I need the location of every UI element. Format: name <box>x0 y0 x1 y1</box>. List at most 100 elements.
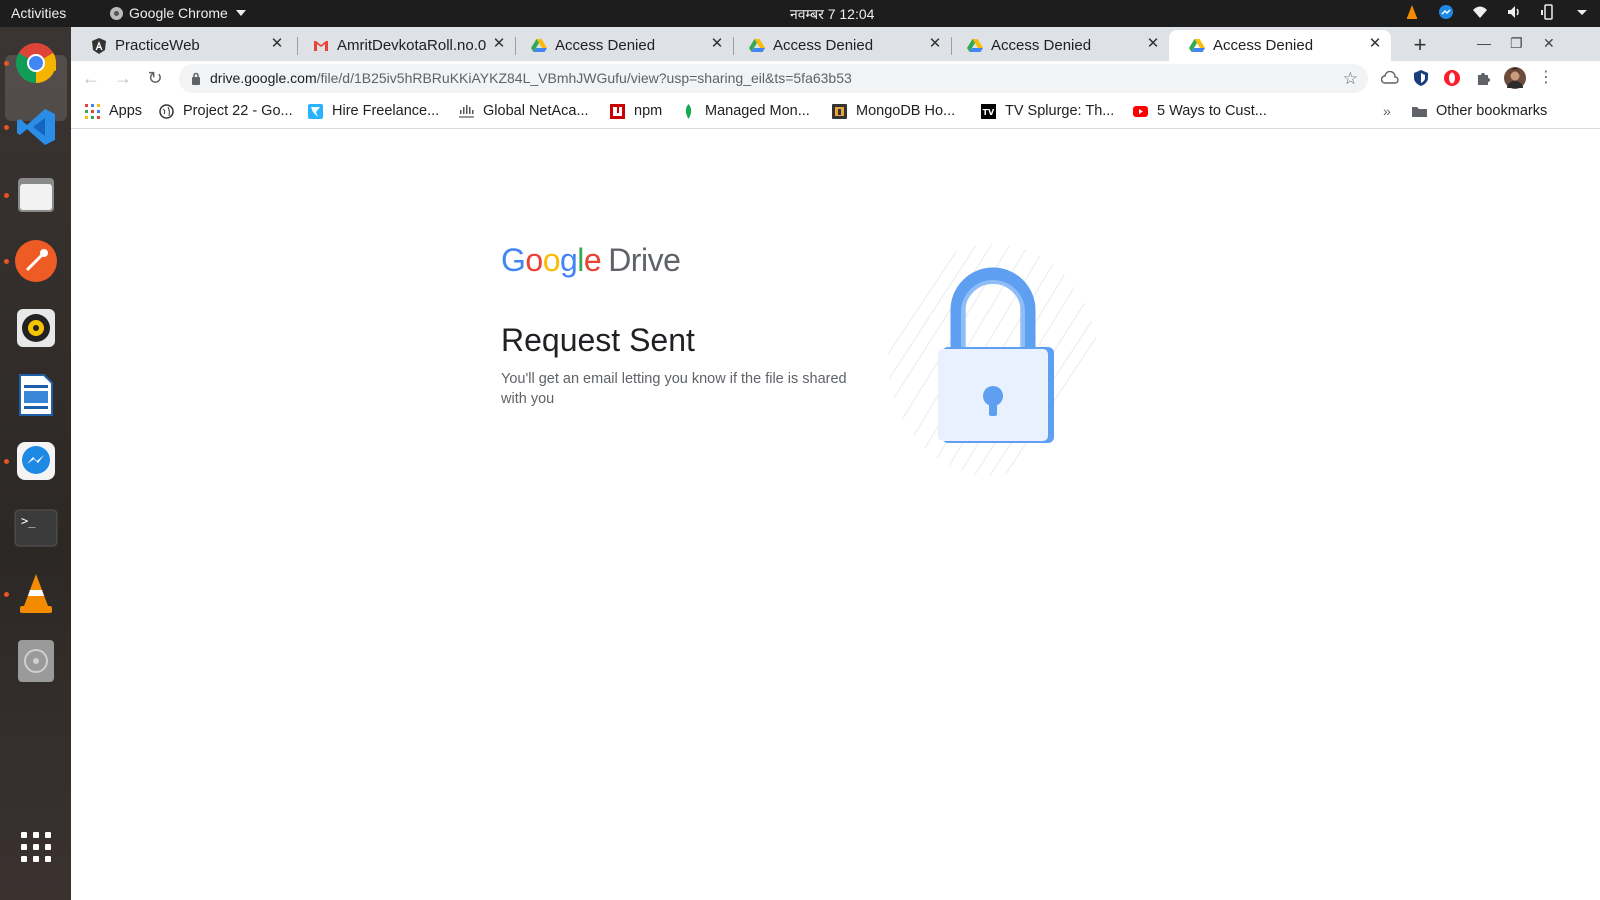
reload-icon[interactable]: ↻ <box>143 66 167 90</box>
svg-text:TV: TV <box>983 108 995 117</box>
tab-title: PracticeWeb <box>115 37 200 54</box>
dock-running-indicator <box>4 459 9 464</box>
dock-chrome[interactable] <box>14 41 58 85</box>
dock-messenger[interactable] <box>14 439 58 483</box>
messenger-tray-icon[interactable] <box>1438 4 1454 20</box>
forward-arrow-icon[interactable]: → <box>111 66 135 90</box>
dock-libreoffice-writer[interactable] <box>14 373 58 417</box>
bookmark-label: Managed Mon... <box>705 103 810 119</box>
new-tab-button[interactable]: + <box>1406 32 1434 60</box>
rhythmbox-icon <box>17 309 55 347</box>
npm-icon <box>610 103 625 119</box>
bookmark-apps[interactable]: Apps <box>85 103 142 119</box>
dock-running-indicator <box>4 61 9 66</box>
dock-vscode[interactable] <box>14 105 58 149</box>
url-text[interactable]: drive.google.com/file/d/1B25iv5hRBRuKKiA… <box>210 70 852 86</box>
messenger-icon <box>17 442 55 480</box>
dock-running-indicator <box>4 193 9 198</box>
folder-icon <box>1412 106 1427 117</box>
profile-avatar[interactable] <box>1504 67 1526 89</box>
tab-close-icon[interactable]: ✕ <box>1145 36 1161 52</box>
dock-terminal[interactable]: >_ <box>14 506 58 550</box>
restore-icon[interactable]: ❐ <box>1510 35 1523 52</box>
extension-cloud-icon[interactable] <box>1380 68 1400 88</box>
page-content: Google Drive Request Sent You'll get an e… <box>71 129 1600 900</box>
terminal-icon: >_ <box>14 509 58 547</box>
wifi-icon[interactable] <box>1472 4 1488 20</box>
tab-title: AmritDevkotaRoll.no.0 <box>337 37 487 54</box>
minimize-icon[interactable]: — <box>1477 35 1491 51</box>
tab-access-denied-active[interactable]: Access Denied ✕ <box>1169 30 1391 61</box>
tab-gmail[interactable]: AmritDevkotaRoll.no.0 ✕ <box>293 30 515 61</box>
bookmark-label: Global NetAca... <box>483 103 589 119</box>
bookmark-npm[interactable]: npm <box>610 103 662 119</box>
dock-files[interactable] <box>14 173 58 217</box>
tv-icon: TV <box>981 103 996 119</box>
tab-close-icon[interactable]: ✕ <box>269 36 285 52</box>
show-applications-button[interactable] <box>14 825 58 869</box>
chrome-app-icon <box>110 6 123 20</box>
bookmarks-bar: Apps Project 22 - Go... Hire Freelance..… <box>71 95 1600 129</box>
address-bar[interactable]: drive.google.com/file/d/1B25iv5hRBRuKKiA… <box>179 64 1368 93</box>
app-menu-label: Google Chrome <box>129 5 228 21</box>
dock-disc[interactable] <box>14 639 58 683</box>
chrome-menu-icon[interactable]: ⋮ <box>1534 66 1558 90</box>
page-title: Request Sent <box>501 322 695 358</box>
disc-icon <box>18 640 54 682</box>
bookmark-star-icon[interactable]: ☆ <box>1343 69 1358 89</box>
youtube-icon <box>1133 105 1148 117</box>
dock-postman[interactable] <box>14 239 58 283</box>
extension-shield-icon[interactable] <box>1411 68 1431 88</box>
chrome-icon <box>16 43 56 83</box>
tab-access-denied-1[interactable]: Access Denied ✕ <box>511 30 733 61</box>
bookmark-label: MongoDB Ho... <box>856 103 956 119</box>
google-drive-logo[interactable]: Google Drive <box>501 242 681 279</box>
tab-access-denied-2[interactable]: Access Denied ✕ <box>729 30 951 61</box>
padlock-illustration-icon <box>888 244 1098 476</box>
dock-vlc[interactable] <box>14 572 58 616</box>
bookmark-global-netacad[interactable]: Global NetAca... <box>459 103 589 119</box>
tab-close-icon[interactable]: ✕ <box>927 36 943 52</box>
vlc-tray-icon[interactable] <box>1404 4 1420 20</box>
activities-button[interactable]: Activities <box>11 5 66 21</box>
tab-strip: PracticeWeb ✕ AmritDevkotaRoll.no.0 ✕ Ac… <box>71 27 1600 61</box>
app-grid-icon <box>21 832 51 862</box>
dock-rhythmbox[interactable] <box>14 306 58 350</box>
tab-close-icon[interactable]: ✕ <box>1367 36 1383 52</box>
extensions-puzzle-icon[interactable] <box>1473 68 1493 88</box>
system-tray[interactable] <box>1404 4 1590 20</box>
battery-phone-icon[interactable] <box>1540 4 1556 20</box>
tab-close-icon[interactable]: ✕ <box>709 36 725 52</box>
lock-icon[interactable] <box>191 72 201 85</box>
bookmark-label: TV Splurge: Th... <box>1005 103 1115 119</box>
tab-access-denied-3[interactable]: Access Denied ✕ <box>947 30 1169 61</box>
writer-icon <box>19 374 53 416</box>
chevron-down-icon <box>235 10 246 16</box>
bookmark-project-22[interactable]: Project 22 - Go... <box>159 103 293 119</box>
vlc-icon <box>20 574 52 613</box>
logo-drive-word: Drive <box>608 242 681 278</box>
apps-grid-icon <box>85 103 100 119</box>
files-icon <box>18 178 54 212</box>
clock[interactable]: नवम्बर 7 12:04 <box>790 5 874 24</box>
bookmarks-overflow-icon[interactable]: » <box>1383 103 1391 119</box>
tab-title: Access Denied <box>555 37 656 54</box>
close-window-icon[interactable]: ✕ <box>1543 35 1555 52</box>
drive-icon <box>749 38 765 52</box>
system-menu-chevron-icon[interactable] <box>1574 4 1590 20</box>
app-menu[interactable]: Google Chrome <box>110 5 246 21</box>
back-arrow-icon[interactable]: ← <box>79 66 103 90</box>
tab-close-icon[interactable]: ✕ <box>491 36 507 52</box>
bookmark-managed-mon[interactable]: Managed Mon... <box>681 103 810 119</box>
gmail-icon <box>314 40 328 51</box>
bookmark-mongodb-ho[interactable]: MongoDB Ho... <box>832 103 955 119</box>
bookmark-hire-freelance[interactable]: Hire Freelance... <box>308 103 439 119</box>
extension-opera-icon[interactable] <box>1442 68 1462 88</box>
tab-practiceweb[interactable]: PracticeWeb ✕ <box>71 30 293 61</box>
volume-icon[interactable] <box>1506 4 1522 20</box>
tab-title: Access Denied <box>1213 37 1314 54</box>
bookmark-5-ways[interactable]: 5 Ways to Cust... <box>1133 103 1267 119</box>
bookmark-tv-splurge[interactable]: TV TV Splurge: Th... <box>981 103 1114 119</box>
angular-icon <box>92 37 106 54</box>
bookmark-other-bookmarks[interactable]: Other bookmarks <box>1412 103 1547 119</box>
